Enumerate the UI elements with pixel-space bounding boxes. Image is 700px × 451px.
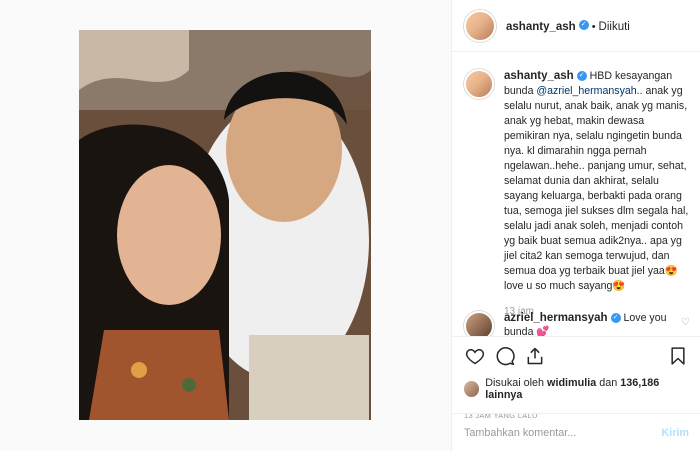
post-comment-button[interactable]: Kirim	[661, 427, 689, 439]
author-username[interactable]: ashanty_ash	[506, 21, 576, 33]
post-side-panel: ashanty_ash ✓ • Diikuti ashanty_ash ✓ HBD ke…	[451, 0, 700, 451]
likes-count[interactable]: 136,186	[620, 377, 659, 389]
caption-text: .. anak yg selalu nurut, anak baik, anak…	[504, 85, 689, 292]
follow-status-button[interactable]: Diikuti	[599, 21, 630, 33]
comment-like-heart-icon[interactable]: ♡	[681, 317, 690, 328]
likes-suffix[interactable]: lainnya	[485, 389, 522, 401]
likes-text: Disukai oleh widimulia dan 136,186 lainn…	[485, 377, 689, 401]
separator-dot: •	[591, 20, 596, 33]
caption-mention-link[interactable]: @azriel_hermansyah	[536, 85, 636, 97]
post-photo[interactable]	[79, 30, 371, 420]
comment-icon[interactable]	[494, 345, 516, 367]
liker-avatar[interactable]	[464, 381, 480, 397]
verified-badge-icon: ✓	[576, 71, 587, 82]
comment-item: azriel_hermansyah ✓ Love you bunda 💕 ♡	[464, 311, 690, 336]
caption-username[interactable]: ashanty_ash	[504, 70, 574, 82]
photo-pane	[0, 0, 451, 451]
add-comment-input[interactable]: Tambahkan komentar...	[464, 427, 661, 439]
likes-middle: dan	[596, 377, 621, 389]
caption-body: ashanty_ash ✓ HBD kesayangan bunda @azrie…	[504, 69, 689, 319]
comments-area[interactable]: ashanty_ash ✓ HBD kesayangan bunda @azrie…	[452, 53, 700, 336]
selfie-illustration	[79, 30, 371, 420]
commenter-avatar[interactable]	[464, 311, 494, 336]
post-header: ashanty_ash ✓ • Diikuti	[452, 0, 700, 52]
liker-username[interactable]: widimulia	[547, 377, 596, 389]
author-avatar[interactable]	[464, 9, 496, 42]
instagram-post-modal: ashanty_ash ✓ • Diikuti ashanty_ash ✓ HBD ke…	[0, 0, 700, 451]
share-icon[interactable]	[524, 345, 546, 367]
likes-summary: Disukai oleh widimulia dan 136,186 lainn…	[464, 377, 689, 401]
caption-comment: ashanty_ash ✓ HBD kesayangan bunda @azrie…	[452, 53, 700, 319]
verified-badge-icon: ✓	[578, 20, 589, 31]
add-comment-bar: Tambahkan komentar... Kirim	[452, 413, 700, 451]
action-icons-row	[464, 343, 689, 369]
caption-avatar[interactable]	[464, 69, 494, 99]
comment-body: azriel_hermansyah ✓ Love you bunda 💕	[504, 311, 690, 336]
header-meta: ashanty_ash ✓ • Diikuti	[506, 17, 630, 35]
commenter-username[interactable]: azriel_hermansyah	[504, 312, 608, 324]
post-actions: Disukai oleh widimulia dan 136,186 lainn…	[452, 336, 700, 420]
bookmark-icon[interactable]	[667, 345, 689, 367]
likes-prefix: Disukai oleh	[485, 377, 548, 389]
heart-icon[interactable]	[464, 345, 486, 367]
verified-badge-icon: ✓	[610, 313, 621, 324]
